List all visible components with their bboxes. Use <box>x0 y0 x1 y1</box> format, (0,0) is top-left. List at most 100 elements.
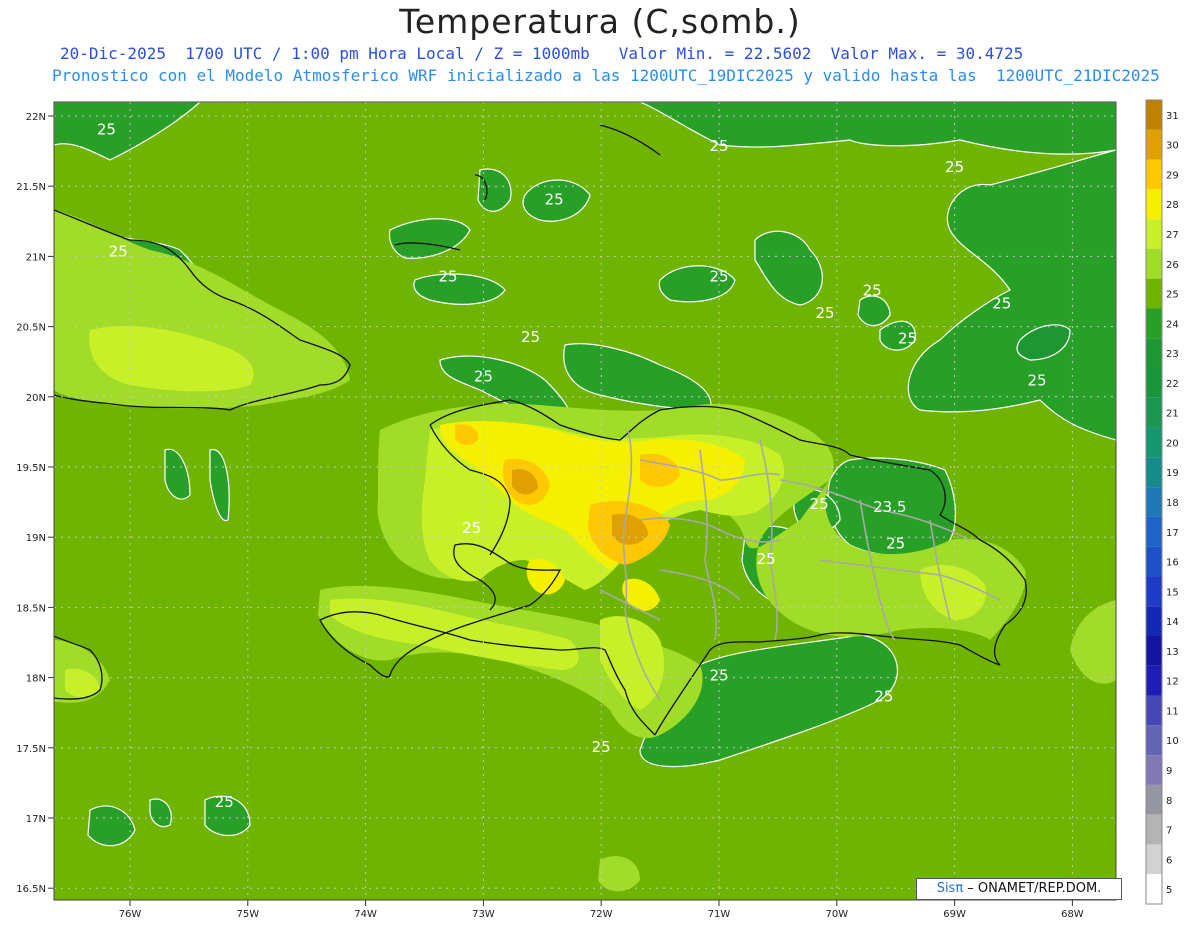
contour-value-label: 23.5 <box>873 498 906 516</box>
colorbar-swatch <box>1146 784 1162 815</box>
colorbar-label: 28 <box>1166 200 1179 211</box>
colorbar-swatch <box>1146 278 1162 309</box>
lon-tick-label: 68W <box>1061 909 1084 920</box>
temperature-map: 22N 21.5N 21N 20.5N 20N 19.5N 19N 18.5N 18N 17.5N… <box>16 99 1179 920</box>
colorbar-label: 8 <box>1166 796 1172 807</box>
contour-value-label: 25 <box>709 137 728 155</box>
contour-value-label: 25 <box>709 268 728 286</box>
colorbar-label: 26 <box>1166 260 1179 271</box>
lon-tick-label: 69W <box>943 909 966 920</box>
colorbar-label: 17 <box>1166 528 1179 539</box>
contour-value-label: 25 <box>474 367 493 385</box>
colorbar-swatch <box>1146 665 1162 696</box>
lon-tick-label: 76W <box>119 909 142 920</box>
contour-value-label: 25 <box>992 294 1011 312</box>
latitude-labels: 22N 21.5N 21N 20.5N 20N 19.5N 19N 18.5N 18N 17.5N… <box>16 112 54 895</box>
lat-tick-label: 19.5N <box>16 463 46 474</box>
lat-tick-label: 17N <box>26 814 46 825</box>
contour-value-label: 25 <box>810 495 829 513</box>
colorbar-label: 6 <box>1166 855 1172 866</box>
colorbar-swatch <box>1146 695 1162 726</box>
colorbar-label: 18 <box>1166 498 1179 509</box>
credit-box: Sisπ – ONAMET/REP.DOM. <box>916 878 1122 900</box>
colorbar-swatch <box>1146 189 1162 220</box>
colorbar-label: 22 <box>1166 379 1179 390</box>
colorbar-swatch <box>1146 814 1162 845</box>
colorbar-swatch <box>1146 427 1162 458</box>
colorbar-label: 25 <box>1166 290 1179 301</box>
colorbar: 31 30 29 28 27 26 25 24 23 22 21 20 19 18 17 16 15 14 13 12… <box>1145 99 1179 905</box>
lon-tick-label: 72W <box>590 909 613 920</box>
colorbar-label: 20 <box>1166 438 1179 449</box>
contour-value-label: 25 <box>545 190 564 208</box>
colorbar-label: 27 <box>1166 230 1179 241</box>
contour-value-label: 25 <box>1028 372 1047 390</box>
contour-value-label: 25 <box>97 120 116 138</box>
colorbar-swatch <box>1146 516 1162 547</box>
colorbar-swatch <box>1146 368 1162 398</box>
colorbar-swatch <box>1146 129 1162 160</box>
contour-value-label: 25 <box>886 534 905 552</box>
credit-text: – ONAMET/REP.DOM. <box>963 881 1102 896</box>
colorbar-label: 23 <box>1166 349 1179 360</box>
colorbar-label: 30 <box>1166 141 1179 152</box>
lat-tick-label: 16.5N <box>16 884 46 895</box>
colorbar-swatch <box>1146 636 1162 666</box>
contour-value-label: 25 <box>945 158 964 176</box>
contour-value-label: 25 <box>462 519 481 537</box>
lon-tick-label: 75W <box>236 909 259 920</box>
lat-tick-label: 20.5N <box>16 323 46 334</box>
lat-tick-label: 22N <box>26 112 46 123</box>
colorbar-label: 16 <box>1166 558 1179 569</box>
lat-tick-label: 17.5N <box>16 744 46 755</box>
contour-value-label: 25 <box>592 738 611 756</box>
colorbar-swatch <box>1146 874 1162 904</box>
contour-value-label: 25 <box>521 328 540 346</box>
lat-tick-label: 20N <box>26 393 46 404</box>
lat-tick-label: 18.5N <box>16 603 46 614</box>
lat-tick-label: 19N <box>26 533 46 544</box>
lon-tick-label: 71W <box>708 909 731 920</box>
colorbar-swatch <box>1146 844 1162 875</box>
contour-value-label: 25 <box>815 304 834 322</box>
lat-tick-label: 21.5N <box>16 182 46 193</box>
longitude-labels: 76W 75W 74W 73W 72W 71W 70W 69W 68W <box>119 900 1084 920</box>
colorbar-label: 13 <box>1166 647 1179 658</box>
colorbar-label: 7 <box>1166 826 1172 837</box>
colorbar-swatch <box>1146 397 1162 428</box>
colorbar-label: 12 <box>1166 677 1179 688</box>
colorbar-label: 15 <box>1166 587 1179 598</box>
colorbar-label: 10 <box>1166 736 1179 747</box>
contour-value-label: 25 <box>898 329 917 347</box>
colorbar-swatch <box>1146 100 1162 130</box>
lat-tick-label: 21N <box>26 252 46 263</box>
colorbar-swatch <box>1146 308 1162 339</box>
contour-value-label: 25 <box>215 793 234 811</box>
contour-value-label: 25 <box>863 282 882 300</box>
colorbar-label: 21 <box>1166 409 1179 420</box>
colorbar-label: 14 <box>1166 617 1179 628</box>
colorbar-swatch <box>1146 219 1162 249</box>
lat-tick-label: 18N <box>26 674 46 685</box>
colorbar-label: 24 <box>1166 319 1179 330</box>
contour-value-label: 25 <box>109 242 128 260</box>
colorbar-swatch <box>1146 457 1162 488</box>
contour-value-label: 25 <box>439 268 458 286</box>
colorbar-label: 29 <box>1166 170 1179 181</box>
colorbar-swatch <box>1146 487 1162 517</box>
colorbar-swatch <box>1146 576 1162 607</box>
colorbar-swatch <box>1146 248 1162 279</box>
colorbar-swatch <box>1146 725 1162 756</box>
colorbar-label: 9 <box>1166 766 1172 777</box>
colorbar-swatch <box>1146 159 1162 190</box>
contour-value-label: 25 <box>874 687 893 705</box>
colorbar-swatch <box>1146 606 1162 636</box>
colorbar-swatch <box>1146 546 1162 577</box>
colorbar-swatch <box>1146 338 1162 368</box>
colorbar-swatch <box>1146 755 1162 785</box>
colorbar-label: 19 <box>1166 468 1179 479</box>
colorbar-label: 11 <box>1166 706 1179 717</box>
contour-value-label: 25 <box>757 550 776 568</box>
lon-tick-label: 74W <box>354 909 377 920</box>
contour-value-label: 25 <box>709 666 728 684</box>
